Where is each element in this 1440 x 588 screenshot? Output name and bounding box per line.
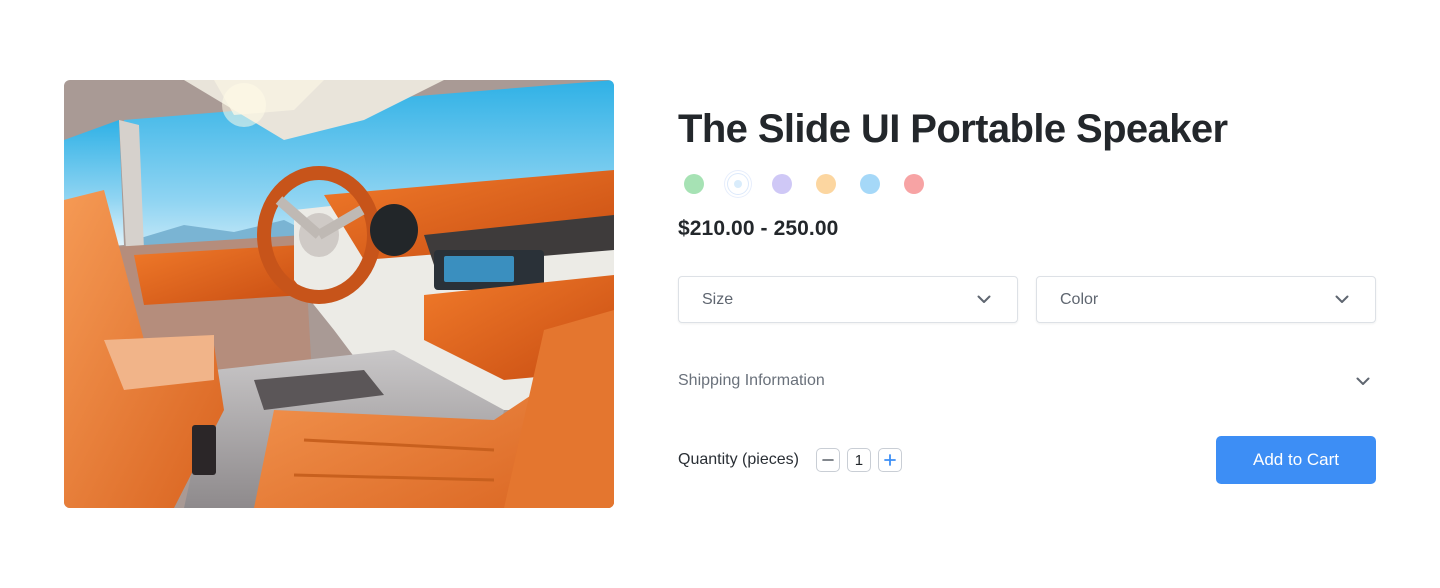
color-select-label: Color: [1060, 290, 1099, 308]
product-details: The Slide UI Portable Speaker $210.00 - …: [678, 100, 1376, 484]
quantity-label: Quantity (pieces): [678, 451, 799, 468]
quantity-value[interactable]: 1: [846, 448, 871, 472]
shipping-information-toggle[interactable]: Shipping Information: [678, 368, 1376, 394]
swatch-sky-blue[interactable]: [860, 174, 880, 194]
product-image: [64, 80, 614, 508]
quantity-decrement-button[interactable]: [815, 448, 840, 472]
swatch-green[interactable]: [684, 174, 704, 194]
car-interior-photo: [64, 80, 614, 508]
chevron-down-icon: [1335, 295, 1349, 303]
add-to-cart-button[interactable]: Add to Cart: [1216, 436, 1376, 484]
plus-icon: [884, 454, 896, 466]
size-select[interactable]: Size: [678, 276, 1018, 323]
chevron-down-icon: [1356, 377, 1370, 385]
shipping-information-label: Shipping Information: [678, 372, 825, 389]
swatch-lavender[interactable]: [772, 174, 792, 194]
swatch-coral[interactable]: [904, 174, 924, 194]
color-swatches: [684, 173, 924, 195]
chevron-down-icon: [977, 295, 991, 303]
quantity-increment-button[interactable]: [877, 448, 902, 472]
size-select-label: Size: [702, 290, 734, 308]
swatch-peach[interactable]: [816, 174, 836, 194]
quantity-row: Quantity (pieces) 1 Add to Cart: [678, 436, 1376, 484]
option-selects: Size Color: [678, 276, 1376, 323]
product-title: The Slide UI Portable Speaker: [678, 107, 1228, 151]
price-range: $210.00 - 250.00: [678, 217, 839, 240]
product-card: The Slide UI Portable Speaker $210.00 - …: [0, 0, 1440, 588]
swatch-white[interactable]: [728, 174, 748, 194]
color-select[interactable]: Color: [1036, 276, 1376, 323]
minus-icon: [822, 459, 834, 461]
